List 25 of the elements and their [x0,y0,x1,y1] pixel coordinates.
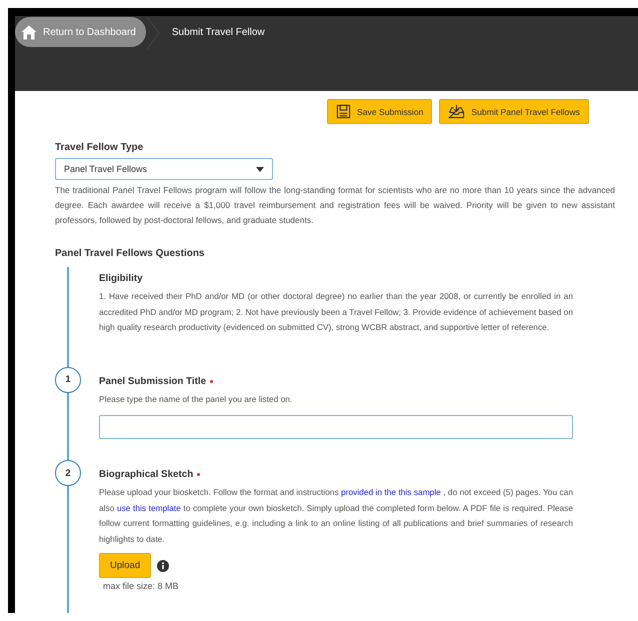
eligibility-title: Eligibility [99,273,144,284]
help-text: Please upload your biosketch. Follow the format and instructions provided in the this sample , do not exceed (5) pages. You can also use this template to complete your own biosketch. Simply upload the completed form below. A PDF file is required. Please follow current formatting guidelines, e.g. including a link to an online listing of all publications and brief summaries of research highlights to date. [99,486,573,546]
question-title: Panel Submission Title [99,376,206,386]
step-number: 2 [55,460,81,486]
link[interactable]: provided in the this sample [341,487,441,497]
field-label: Travel Fellow Type [55,142,144,153]
submit-button[interactable]: Submit Panel Travel Fellows [439,99,589,124]
input-field[interactable] [99,415,573,439]
caret-icon [256,166,264,172]
description-text: The traditional Panel Travel Fellows program will follow the long-standing format for scientists who are no more than 10 years since the advanced degree. Each awardee will receive a $1,000 travel reimbursement and registration fees will be waived. Priority will be given to new assistant professors, followed by post-doctoral fellows, and graduate students. [55,184,615,227]
save-button[interactable]: Save Submission [327,99,432,124]
breadcrumb-title: Submit Travel Fellow [172,27,265,38]
link[interactable]: use this template [116,502,181,512]
help-text: Please type the name of the panel you are listed on. [99,392,294,406]
question-title: Biographical Sketch [99,469,194,480]
home-icon [21,24,37,40]
upload-button[interactable]: Upload [99,553,152,578]
fellow-type-dropdown[interactable]: Panel Travel Fellows [55,158,273,180]
inbox-download-icon [448,104,466,119]
info-icon[interactable] [157,560,170,572]
section-heading: Panel Travel Fellows Questions [55,248,206,259]
breadcrumb-separator-icon [146,17,160,49]
file-size-note: max file size: 8 MB [103,581,180,591]
step-number: 1 [55,366,81,392]
eligibility-text: 1. Have received their PhD and/or MD (or other doctoral degree) no earlier than the year 2008, or currently be enrolled in an accredited PhD and/or MD program; 2. Not have previously been a Travel Fellow; 3. Provide evidence of achievement based on high quality research productivity (evidenced on submitted CV), strong WCBR abstract, and supportive letter of reference. [99,290,573,334]
